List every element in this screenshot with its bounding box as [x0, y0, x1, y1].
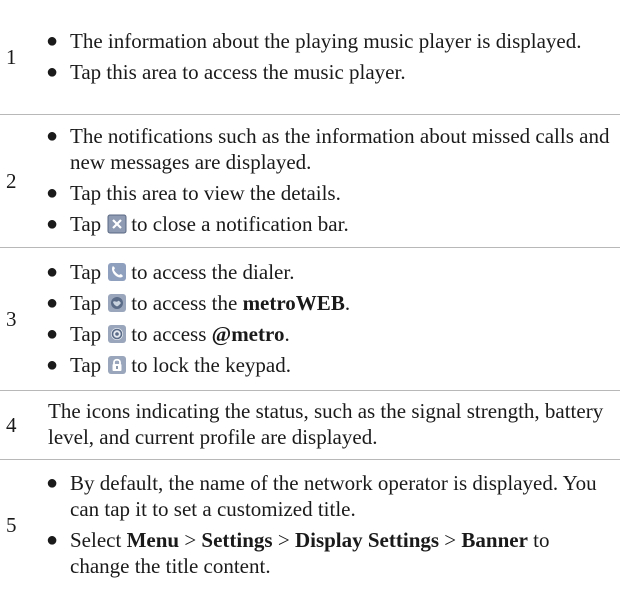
- table-row-5: 5 ● By default, the name of the network …: [0, 460, 620, 590]
- item-text: Tap: [70, 290, 102, 315]
- item-text: Tap: [70, 259, 102, 284]
- bullet-icon: ●: [46, 29, 59, 52]
- list-item: ● The notifications such as the informat…: [44, 123, 614, 175]
- path-separator: >: [179, 527, 202, 552]
- item-text: to lock the keypad.: [131, 352, 291, 377]
- list-item: ● Tap this area to access the music play…: [44, 59, 614, 85]
- table-row-2: 2 ● The notifications such as the inform…: [0, 115, 620, 248]
- item-text: The information about the playing music …: [70, 28, 582, 53]
- row-number: 1: [6, 45, 17, 69]
- item-text: Tap: [70, 352, 102, 377]
- list-item: ● The information about the playing musi…: [44, 28, 614, 54]
- bullet-icon: ●: [46, 260, 59, 283]
- bullet-icon: ●: [46, 471, 59, 494]
- bullet-icon: ●: [46, 528, 59, 551]
- row-number: 2: [6, 169, 17, 193]
- menu-path-menu: Menu: [126, 527, 180, 552]
- bullet-icon: ●: [46, 182, 59, 204]
- row-content: ● By default, the name of the network op…: [44, 461, 620, 590]
- row-number: 3: [6, 307, 17, 331]
- at-sign-icon: [107, 324, 127, 344]
- lock-icon: [107, 355, 127, 375]
- close-box-icon: [107, 214, 127, 234]
- table-row-1: 1 ● The information about the playing mu…: [0, 0, 620, 115]
- bullet-icon: ●: [46, 125, 59, 147]
- list-item: ● Tap this area to view the details.: [44, 180, 614, 206]
- table-row-4: 4 The icons indicating the status, such …: [0, 391, 620, 460]
- path-separator: >: [439, 527, 462, 552]
- table-row-3: 3 ● Tap to access the dialer. ● Tap to acc…: [0, 248, 620, 391]
- list-item: ● Select Menu > Settings > Display Setti…: [44, 527, 614, 579]
- status-description: The icons indicating the status, such as…: [48, 398, 604, 449]
- bullet-icon: ●: [46, 60, 59, 83]
- bullet-icon: ●: [46, 353, 59, 376]
- item-text: to close a notification bar.: [131, 212, 349, 236]
- row-content: ● Tap to access the dialer. ● Tap to acces…: [44, 250, 620, 389]
- menu-path-banner: Banner: [461, 527, 528, 552]
- item-text: Tap this area to view the details.: [70, 181, 341, 205]
- list-item: ● Tap to access the dialer.: [44, 259, 614, 285]
- menu-path-settings: Settings: [201, 527, 273, 552]
- bullet-icon: ●: [46, 291, 59, 314]
- path-separator: >: [272, 527, 295, 552]
- row-content: ● The information about the playing musi…: [44, 19, 620, 96]
- globe-icon: [107, 293, 127, 313]
- list-item: ● Tap to lock the keypad.: [44, 352, 614, 378]
- row-number: 4: [6, 413, 17, 437]
- item-text: .: [284, 321, 290, 346]
- item-text: By default, the name of the network oper…: [70, 470, 597, 521]
- bullet-icon: ●: [46, 213, 59, 235]
- item-text: Select: [70, 527, 127, 552]
- list-item: ● By default, the name of the network op…: [44, 470, 614, 522]
- item-text: Tap: [70, 321, 102, 346]
- menu-path-display-settings: Display Settings: [294, 527, 440, 552]
- item-text: The notifications such as the informatio…: [70, 124, 610, 174]
- description-table: 1 ● The information about the playing mu…: [0, 0, 620, 590]
- list-item: ● Tap to close a notification bar.: [44, 211, 614, 237]
- bullet-icon: ●: [46, 322, 59, 345]
- item-text: Tap this area to access the music player…: [70, 59, 406, 84]
- row-content: ● The notifications such as the informat…: [44, 114, 620, 248]
- row-content: The icons indicating the status, such as…: [44, 392, 620, 459]
- item-text: to access: [131, 321, 212, 346]
- row-number: 5: [6, 513, 17, 537]
- item-text: to access the: [131, 290, 243, 315]
- item-text: to access the dialer.: [131, 259, 295, 284]
- item-text: Tap: [70, 212, 102, 236]
- item-text: .: [344, 290, 351, 315]
- phone-icon: [107, 262, 127, 282]
- item-text-bold: metroWEB: [242, 290, 345, 315]
- list-item: ● Tap to access @metro.: [44, 321, 614, 347]
- item-text-bold: @metro: [211, 321, 285, 346]
- list-item: ● Tap to access the metroWEB.: [44, 290, 614, 316]
